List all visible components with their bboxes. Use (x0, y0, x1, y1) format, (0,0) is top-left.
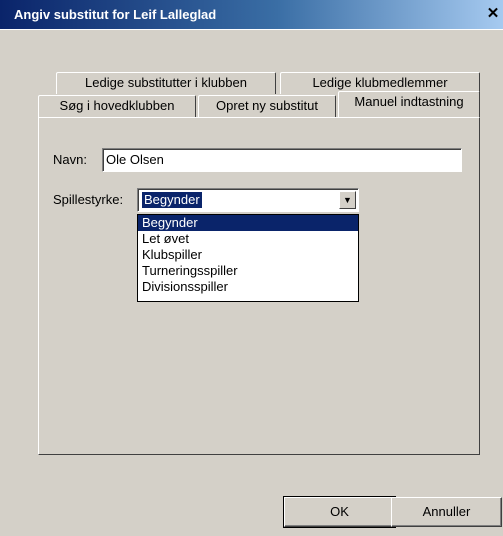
option-klubspiller[interactable]: Klubspiller (138, 247, 358, 263)
tab-opret-ny-substitut[interactable]: Opret ny substitut (198, 95, 336, 117)
strength-dropdown-list: Begynder Let øvet Klubspiller Turnerings… (137, 214, 359, 302)
chevron-down-icon[interactable]: ▼ (339, 191, 356, 209)
tab-manuel-indtastning[interactable]: Manuel indtastning (338, 91, 480, 117)
strength-select[interactable]: Begynder ▼ (137, 188, 359, 212)
close-icon[interactable]: ✕ (484, 5, 502, 23)
name-field[interactable]: Ole Olsen (102, 148, 462, 172)
option-begynder[interactable]: Begynder (138, 215, 358, 231)
name-label: Navn: (53, 152, 87, 167)
option-turneringsspiller[interactable]: Turneringsspiller (138, 263, 358, 279)
cancel-button[interactable]: Annuller (391, 497, 502, 527)
title-bar: Angiv substitut for Leif Lalleglad ✕ (0, 0, 503, 30)
ok-button[interactable]: OK (283, 496, 396, 528)
strength-label: Spillestyrke: (53, 192, 124, 207)
name-value: Ole Olsen (106, 152, 164, 167)
strength-value: Begynder (142, 192, 202, 208)
tab-ledige-substitutter[interactable]: Ledige substitutter i klubben (56, 72, 276, 94)
tab-soeg-i-hovedklubben[interactable]: Søg i hovedklubben (38, 95, 196, 117)
option-divisionsspiller[interactable]: Divisionsspiller (138, 279, 358, 295)
option-let-oevet[interactable]: Let øvet (138, 231, 358, 247)
window-title: Angiv substitut for Leif Lalleglad (14, 7, 217, 22)
